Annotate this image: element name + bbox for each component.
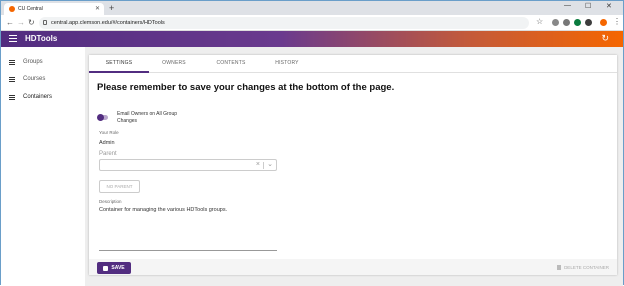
url-text: central.app.clemson.edu/#/containers/HDT… <box>51 20 165 26</box>
tab-strip: CU Central ✕ + — ☐ ✕ <box>1 1 623 15</box>
tab-history[interactable]: HISTORY <box>257 60 317 66</box>
toggle-label: Email Owners on All Group Changes <box>117 111 178 124</box>
lock-icon <box>43 20 47 25</box>
role-value: Admin <box>99 140 115 146</box>
favicon-icon <box>9 6 15 12</box>
reload-icon[interactable]: ↻ <box>28 18 35 27</box>
tab-owners[interactable]: OWNERS <box>144 60 204 66</box>
description-underline <box>99 250 277 251</box>
url-field[interactable]: central.app.clemson.edu/#/containers/HDT… <box>39 17 529 29</box>
description-field[interactable]: Container for managing the various HDToo… <box>99 207 227 213</box>
tab-bar: SETTINGS OWNERS CONTENTS HISTORY <box>89 55 617 73</box>
close-window-button[interactable]: ✕ <box>606 2 612 10</box>
browser-tab-title: CU Central <box>18 6 43 12</box>
list-icon <box>9 59 15 65</box>
email-owners-toggle[interactable] <box>97 113 108 121</box>
refresh-icon[interactable]: ↻ <box>601 33 609 44</box>
parent-select[interactable]: × ⌄ <box>99 159 277 171</box>
page-heading: Please remember to save your changes at … <box>97 82 395 93</box>
role-label: Your Role <box>99 130 119 135</box>
app-title: HDTools <box>25 34 58 43</box>
list-icon <box>9 76 15 82</box>
tab-contents[interactable]: CONTENTS <box>201 60 261 66</box>
save-icon <box>103 265 109 271</box>
sidebar-item-label: Groups <box>23 59 43 65</box>
profile-icon[interactable] <box>600 19 607 26</box>
main-content: SETTINGS OWNERS CONTENTS HISTORY Please … <box>85 47 623 286</box>
card-footer: SAVE DELETE CONTAINER <box>89 259 617 275</box>
sidebar-item-courses[interactable]: Courses <box>9 76 45 82</box>
clear-icon[interactable]: × <box>256 161 260 168</box>
save-button[interactable]: SAVE <box>97 262 131 274</box>
sidebar-item-containers[interactable]: Containers <box>9 94 52 100</box>
browser-window: CU Central ✕ + — ☐ ✕ ← → ↻ central.app.c… <box>0 0 624 286</box>
extension-icon[interactable] <box>574 19 581 26</box>
sidebar: Groups Courses Containers <box>1 47 85 286</box>
parent-label: Parent <box>99 151 117 157</box>
sidebar-item-label: Courses <box>23 76 46 82</box>
extension-icon[interactable] <box>552 19 559 26</box>
active-tab-indicator <box>89 71 149 73</box>
toggle-knob <box>97 113 104 121</box>
description-label: Description <box>99 199 122 204</box>
container-card: SETTINGS OWNERS CONTENTS HISTORY Please … <box>89 55 617 275</box>
save-button-label: SAVE <box>111 265 125 271</box>
extension-icon[interactable] <box>563 19 570 26</box>
menu-kebab-icon[interactable]: ⋮ <box>613 17 621 26</box>
app-bar: HDTools ↻ <box>1 31 623 47</box>
forward-icon[interactable]: → <box>17 18 25 27</box>
address-bar: ← → ↻ central.app.clemson.edu/#/containe… <box>1 15 623 31</box>
chevron-down-icon[interactable]: ⌄ <box>267 160 273 168</box>
no-parent-button[interactable]: NO PARENT <box>99 180 140 193</box>
new-tab-button[interactable]: + <box>109 3 114 13</box>
hamburger-menu-icon[interactable] <box>9 35 17 42</box>
close-tab-icon[interactable]: ✕ <box>95 5 100 12</box>
delete-button-label: DELETE CONTAINER <box>564 265 609 270</box>
delete-container-button[interactable]: DELETE CONTAINER <box>557 265 609 270</box>
sidebar-item-label: Containers <box>23 94 53 100</box>
browser-tab[interactable]: CU Central ✕ <box>4 3 104 15</box>
list-icon <box>9 94 15 100</box>
extension-icon[interactable] <box>585 19 592 26</box>
bookmark-star-icon[interactable]: ☆ <box>536 17 543 26</box>
back-icon[interactable]: ← <box>6 18 14 27</box>
tab-settings[interactable]: SETTINGS <box>89 60 149 66</box>
sidebar-item-groups[interactable]: Groups <box>9 59 43 65</box>
trash-icon <box>557 265 562 270</box>
minimize-button[interactable]: — <box>564 2 571 9</box>
maximize-button[interactable]: ☐ <box>585 2 591 10</box>
select-divider <box>263 162 264 169</box>
